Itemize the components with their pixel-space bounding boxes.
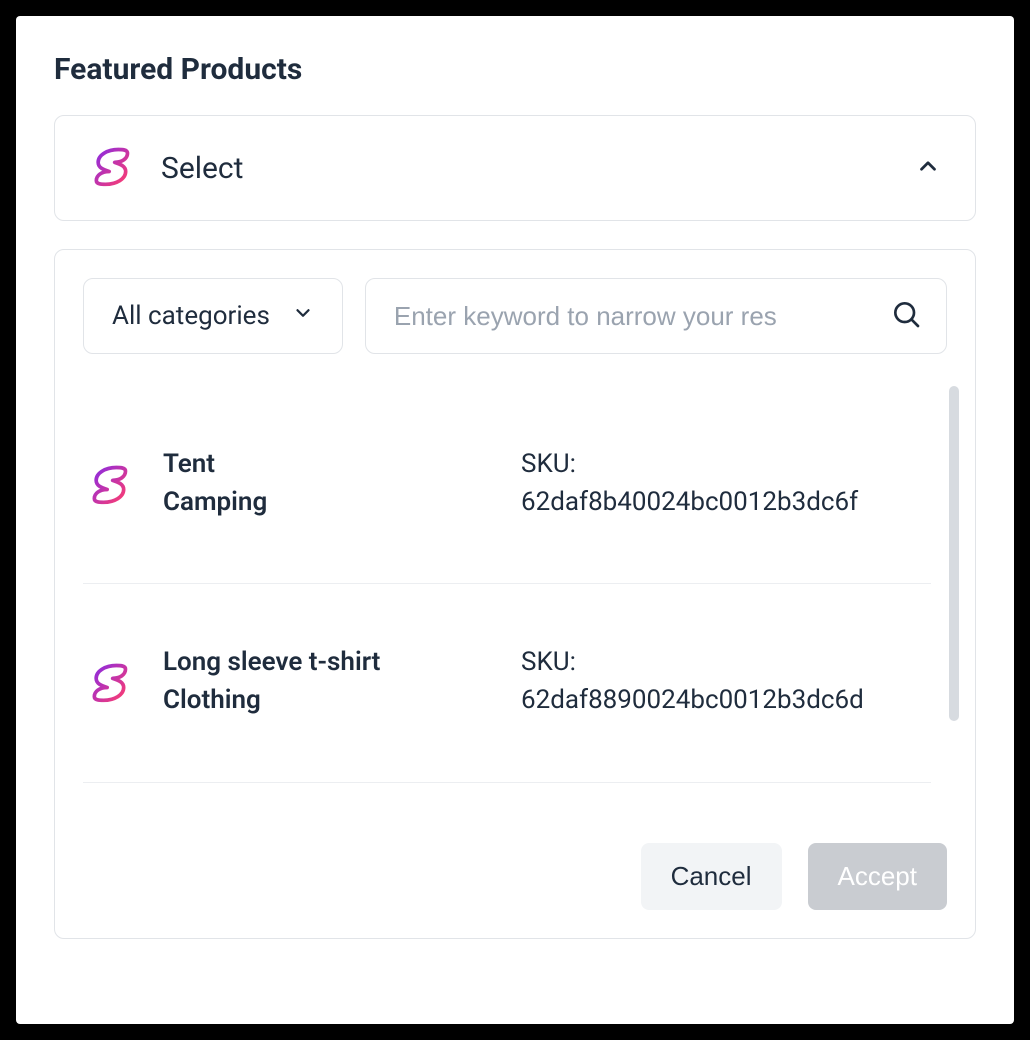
chevron-up-icon bbox=[915, 153, 941, 183]
accept-button[interactable]: Accept bbox=[808, 843, 948, 910]
sku-value: 62daf8890024bc0012b3dc6d bbox=[521, 682, 931, 720]
search-icon bbox=[890, 298, 922, 334]
brand-icon bbox=[83, 660, 135, 704]
sku-value: 62daf8b40024bc0012b3dc6f bbox=[521, 484, 931, 522]
item-name: Long sleeve t-shirt bbox=[163, 644, 493, 682]
item-category: Camping bbox=[163, 484, 493, 522]
search-field[interactable] bbox=[365, 278, 947, 354]
brand-icon bbox=[83, 462, 135, 506]
scrollbar[interactable] bbox=[949, 386, 959, 721]
select-label: Select bbox=[161, 151, 887, 186]
list-item[interactable]: Tent Camping SKU: 62daf8b40024bc0012b3dc… bbox=[83, 386, 931, 584]
list-item[interactable]: Long sleeve t-shirt Clothing SKU: 62daf8… bbox=[83, 584, 931, 782]
item-name: Tent bbox=[163, 446, 493, 484]
category-select[interactable]: All categories bbox=[83, 278, 343, 354]
chevron-down-icon bbox=[292, 301, 314, 331]
category-select-label: All categories bbox=[112, 301, 270, 331]
sku-label: SKU: bbox=[521, 644, 931, 682]
page-title: Featured Products bbox=[54, 52, 976, 87]
brand-icon bbox=[89, 144, 133, 192]
search-input[interactable] bbox=[394, 301, 874, 332]
cancel-button[interactable]: Cancel bbox=[641, 843, 782, 910]
select-dropdown-header[interactable]: Select bbox=[54, 115, 976, 221]
dropdown-panel: All categories Tent Camping bbox=[54, 249, 976, 939]
sku-label: SKU: bbox=[521, 446, 931, 484]
item-category: Clothing bbox=[163, 682, 493, 720]
